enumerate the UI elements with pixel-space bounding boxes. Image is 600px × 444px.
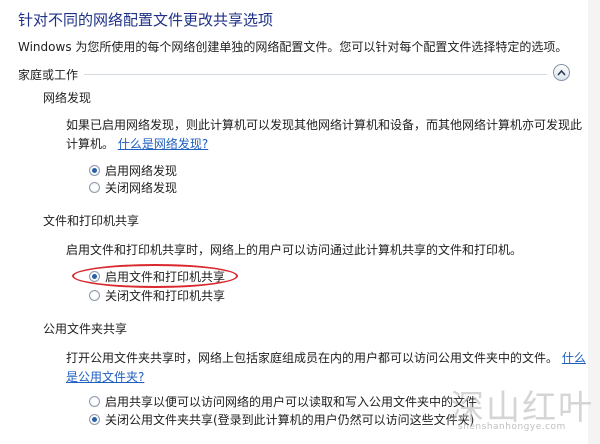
chevron-up-icon: [557, 69, 566, 76]
radio-label: 关闭文件和打印机共享: [105, 288, 226, 303]
scrollbar-track[interactable]: [588, 0, 600, 444]
network-discovery-help-link[interactable]: 什么是网络发现?: [118, 137, 208, 151]
radio-label: 启用共享以便可以访问网络的用户可以读取和写入公用文件夹中的文件: [105, 394, 478, 409]
radio-enable-network-discovery[interactable]: 启用网络发现: [89, 162, 177, 178]
radio-enable-file-printer-sharing[interactable]: 启用文件和打印机共享: [89, 268, 225, 284]
radio-label: 启用网络发现: [105, 163, 178, 178]
radio-enable-public-folder-sharing[interactable]: 启用共享以便可以访问网络的用户可以读取和写入公用文件夹中的文件: [89, 393, 477, 409]
radio-button[interactable]: [89, 164, 100, 176]
public-folder-help-link-part1[interactable]: 什么: [562, 351, 586, 365]
group-divider: [84, 74, 547, 75]
public-folder-sharing-description: 打开公用文件夹共享时，网络上包括家庭组成员在内的用户都可以访问公用文件夹中的文件…: [66, 349, 586, 387]
network-discovery-description: 如果已启用网络发现，则此计算机可以发现其他网络计算机和设备，而其他网络计算机亦可…: [66, 116, 582, 154]
radio-disable-public-folder-sharing[interactable]: 关闭公用文件夹共享(登录到此计算机的用户仍然可以访问这些文件夹): [89, 411, 474, 427]
public-folder-description-text: 打开公用文件夹共享时，网络上包括家庭组成员在内的用户都可以访问公用文件夹中的文件…: [66, 351, 559, 365]
radio-disable-network-discovery[interactable]: 关闭网络发现: [89, 179, 177, 195]
radio-button[interactable]: [89, 289, 100, 301]
radio-button[interactable]: [89, 270, 100, 282]
public-folder-help-link-part2[interactable]: 是公用文件夹?: [66, 370, 144, 384]
page-title: 针对不同的网络配置文件更改共享选项: [18, 11, 274, 29]
network-discovery-description-line1: 如果已启用网络发现，则此计算机可以发现其他网络计算机和设备，而其他网络计算机亦可…: [66, 118, 583, 132]
radio-button[interactable]: [89, 395, 100, 407]
group-header-home-work: 家庭或工作: [18, 68, 79, 82]
network-discovery-description-line2: 计算机。: [66, 137, 115, 151]
section-title-network-discovery: 网络发现: [43, 91, 92, 105]
radio-disable-file-printer-sharing[interactable]: 关闭文件和打印机共享: [89, 287, 225, 303]
section-title-public-folder-sharing: 公用文件夹共享: [43, 322, 128, 336]
radio-label: 关闭公用文件夹共享(登录到此计算机的用户仍然可以访问这些文件夹): [105, 412, 475, 427]
radio-button[interactable]: [89, 181, 100, 193]
radio-label: 关闭网络发现: [105, 180, 178, 195]
page-description: Windows 为您所使用的每个网络创建单独的网络配置文件。您可以针对每个配置文…: [18, 40, 568, 54]
radio-label: 启用文件和打印机共享: [105, 269, 226, 284]
radio-button[interactable]: [89, 413, 100, 425]
file-printer-sharing-description: 启用文件和打印机共享时，网络上的用户可以访问通过此计算机共享的文件和打印机。: [66, 243, 523, 257]
section-title-file-printer-sharing: 文件和打印机共享: [43, 214, 140, 228]
collapse-button[interactable]: [553, 64, 570, 81]
